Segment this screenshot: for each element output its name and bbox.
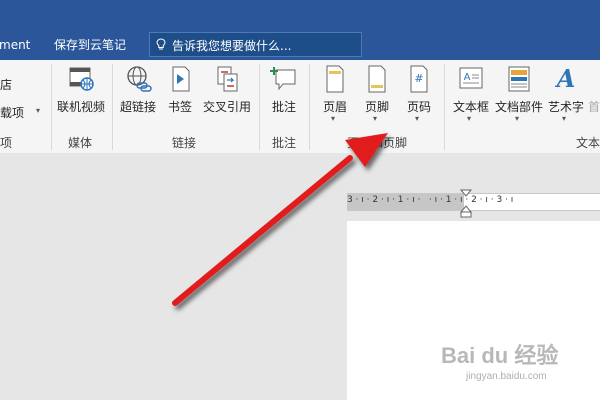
header-button[interactable]: 页眉 ▾ [314,64,356,123]
bookmark-label: 书签 [167,100,192,114]
drop-cap-button-fragment[interactable]: 首 [588,98,600,115]
group-divider [309,64,310,150]
group-divider [444,64,445,150]
online-video-label: 联机视频 [56,100,105,114]
chevron-down-icon[interactable]: ▾ [36,106,40,115]
group-divider [112,64,113,150]
wordart-label: 艺术字 [547,100,584,114]
chevron-down-icon[interactable]: ▾ [415,114,419,123]
comment-label: 批注 [271,100,296,114]
text-box-button[interactable]: A 文本框 ▾ [448,64,494,123]
save-to-cloud-note-tab[interactable]: 保存到云笔记 [54,37,126,53]
header-label: 页眉 [322,100,347,114]
hyperlink-icon [127,66,152,92]
hyperlink-label: 超链接 [119,100,156,114]
lightbulb-icon [156,38,166,50]
new-comment-button[interactable]: 批注 [264,64,304,122]
online-video-icon [69,67,94,91]
addins-button-fragment[interactable]: 载项 [0,104,24,121]
online-video-button[interactable]: 联机视频 [53,64,109,122]
text-box-label: 文本框 [452,100,489,114]
group-label-media: 媒体 [68,136,93,150]
svg-text:A: A [555,64,576,93]
hyperlink-button[interactable]: 超链接 [116,64,160,122]
search-placeholder: 告诉我您想要做什么... [172,39,292,53]
chevron-down-icon[interactable]: ▾ [373,114,377,123]
watermark-url: jingyan.baidu.com [466,371,547,382]
page-number-icon: # [410,65,428,93]
chevron-down-icon[interactable]: ▾ [515,114,519,123]
quick-parts-icon [508,66,530,92]
group-label-comments: 批注 [272,136,297,150]
wordart-button[interactable]: A 艺术字 ▾ [544,64,588,123]
bookmark-button[interactable]: 书签 [162,64,198,122]
menu-tab-fragment[interactable]: ment [0,37,30,53]
header-icon [326,65,344,93]
group-label-text: 文本 [576,136,600,150]
comment-icon [270,67,296,91]
footer-button[interactable]: 页脚 ▾ [356,64,398,123]
page-number-button[interactable]: # 页码 ▾ [398,64,440,123]
store-button-fragment[interactable]: 店 [0,76,12,93]
cross-reference-icon [217,66,238,92]
svg-text:A: A [464,72,471,83]
chevron-down-icon[interactable]: ▾ [331,114,335,123]
text-box-icon: A [459,67,483,89]
group-divider [259,64,260,150]
footer-icon [368,65,386,93]
svg-text:#: # [414,72,423,85]
group-label-header-footer: 页眉和页脚 [347,136,408,150]
bookmark-icon [172,66,190,92]
cross-reference-label: 交叉引用 [202,100,251,114]
chevron-down-icon[interactable]: ▾ [467,114,471,123]
baidu-watermark: Bai du 经验 [441,343,559,368]
footer-label: 页脚 [364,100,389,114]
chevron-down-icon[interactable]: ▾ [562,114,566,123]
quick-parts-label: 文档部件 [494,100,543,114]
tell-me-search-box[interactable]: 告诉我您想要做什么... [149,32,362,57]
group-label-links: 链接 [172,136,197,150]
group-divider [51,64,52,150]
cross-reference-button[interactable]: 交叉引用 [200,64,254,122]
horizontal-ruler[interactable]: 3 · ı · 2 · ı · 1 · ı · · ı · 1 · ı · 2 … [347,193,600,211]
group-label-addins: 项 [0,136,13,150]
ruler-marks: 3 · ı · 2 · ı · 1 · ı · · ı · 1 · ı · 2 … [347,195,514,205]
indent-marker-icon[interactable] [459,189,473,219]
page-number-label: 页码 [406,100,431,114]
wordart-icon: A [555,64,576,93]
quick-parts-button[interactable]: 文档部件 ▾ [494,64,544,123]
